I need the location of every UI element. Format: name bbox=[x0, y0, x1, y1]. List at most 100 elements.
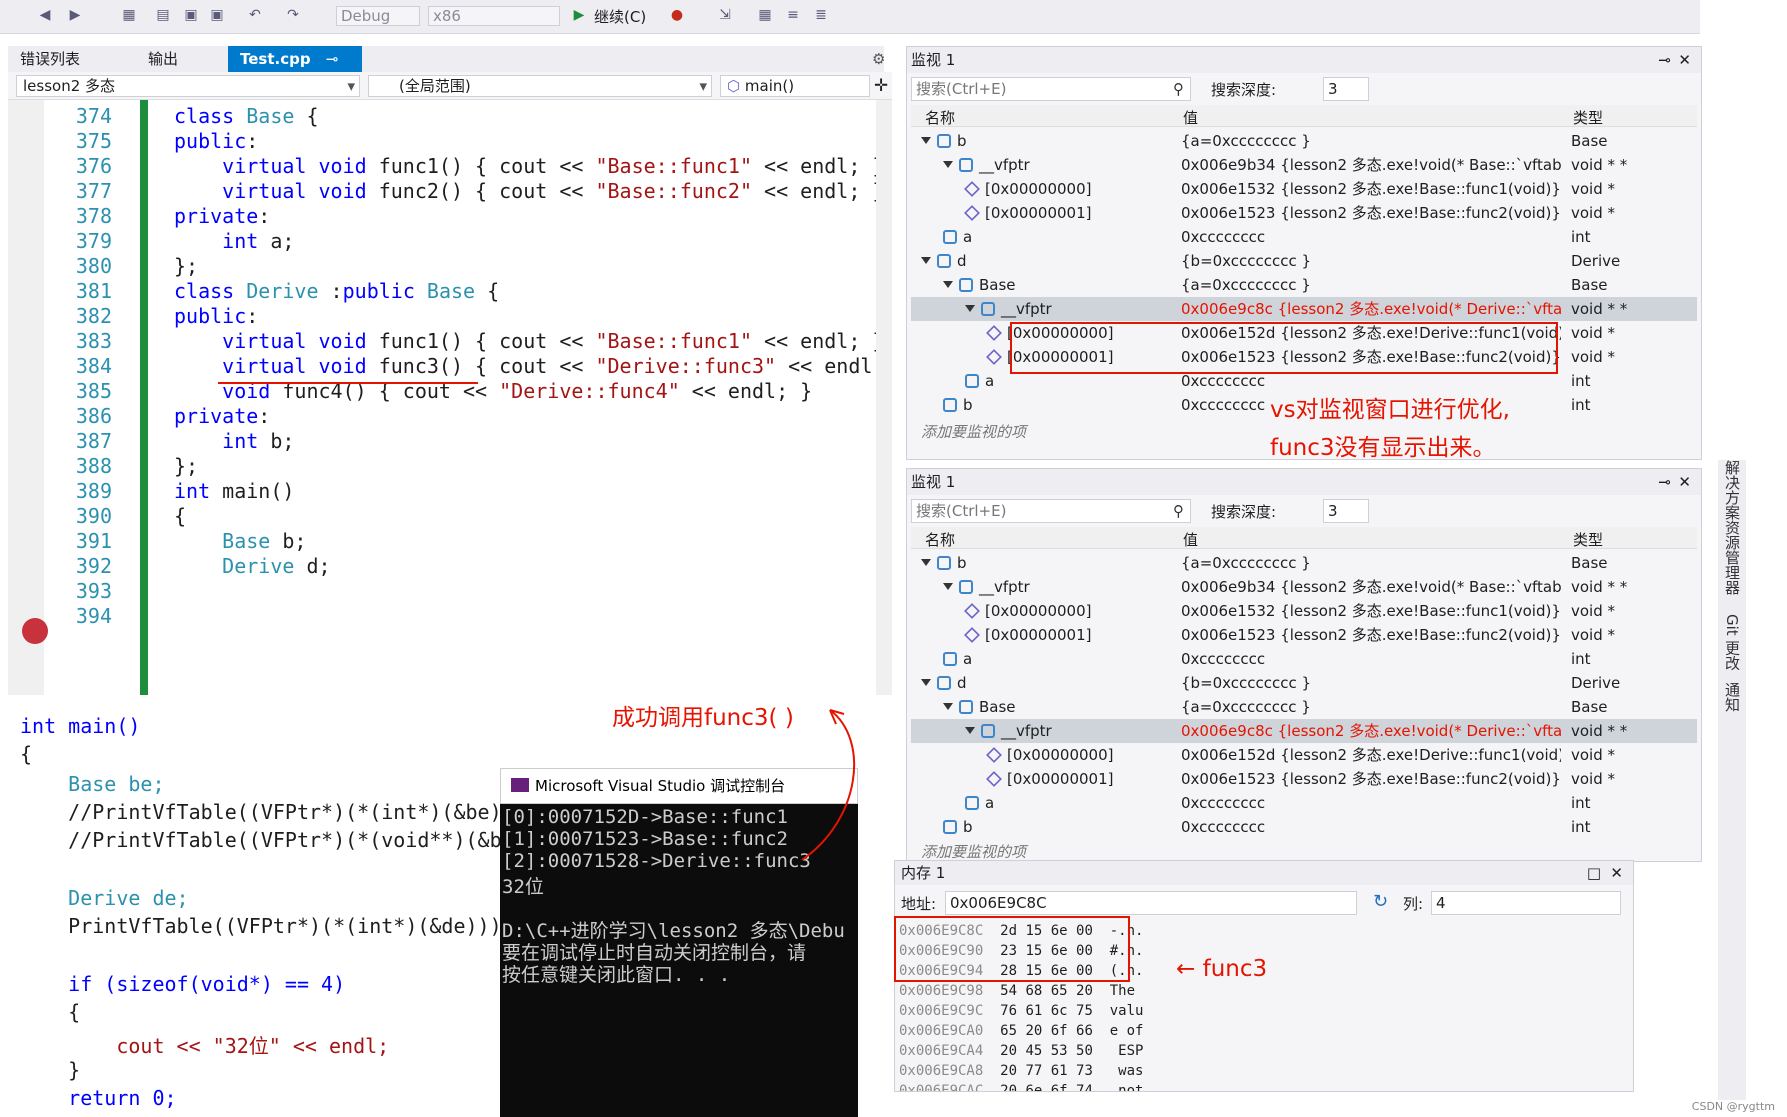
pin-icon[interactable]: ⊸ bbox=[1658, 469, 1671, 495]
member-combo[interactable]: ⬡ main() bbox=[720, 75, 870, 97]
add-watch-hint[interactable]: 添加要监视的项 bbox=[921, 841, 1026, 861]
continue-label[interactable]: 继续(C) bbox=[594, 6, 646, 27]
watch-row-value: {b=0xcccccccc } bbox=[1181, 252, 1312, 270]
watch-row-name: [0x00000000] bbox=[986, 743, 1113, 767]
stop-icon[interactable]: ● bbox=[668, 6, 686, 24]
list-icon[interactable]: ≣ bbox=[812, 6, 830, 24]
code-line: }; bbox=[174, 254, 199, 278]
watch-row-type: void * bbox=[1571, 324, 1616, 342]
watch-panel-2[interactable]: 监视 1 ⊸ ✕ 搜索(Ctrl+E) ⚲ 搜索深度: 3 名称 值 类型 b {… bbox=[906, 468, 1702, 862]
maximize-icon[interactable]: □ bbox=[1587, 861, 1601, 885]
code-editor[interactable]: 374 375 376 377 378 379 380 381 382 383 384 385 386 3… bbox=[8, 100, 884, 695]
change-indicator bbox=[140, 100, 148, 695]
back-icon[interactable]: ◀ bbox=[36, 6, 54, 24]
expand-arrow-icon[interactable] bbox=[965, 305, 975, 312]
open-folder-icon[interactable]: ▤ bbox=[154, 6, 172, 24]
save-all-icon[interactable]: ▣ bbox=[208, 6, 226, 24]
watch-row[interactable]: Base {a=0xcccccccc } Base bbox=[911, 695, 1697, 719]
watch-row[interactable]: d {b=0xcccccccc } Derive bbox=[911, 249, 1697, 273]
refresh-icon[interactable]: ↻ bbox=[1373, 891, 1388, 912]
address-input[interactable]: 0x006E9C8C bbox=[945, 891, 1357, 915]
add-watch-hint[interactable]: 添加要监视的项 bbox=[921, 421, 1026, 442]
split-icon[interactable]: ✛ bbox=[874, 76, 888, 96]
step-icon[interactable]: ⇲ bbox=[716, 6, 734, 24]
watch-row[interactable]: b {a=0xcccccccc } Base bbox=[911, 551, 1697, 575]
forward-icon[interactable]: ▶ bbox=[66, 6, 84, 24]
watch-row[interactable]: __vfptr 0x006e9b34 {lesson2 多态.exe!void(*… bbox=[911, 575, 1697, 599]
redo-icon[interactable]: ↷ bbox=[284, 6, 302, 24]
line-number: 375 bbox=[75, 129, 112, 153]
expand-arrow-icon[interactable] bbox=[921, 137, 931, 144]
pin-icon[interactable]: ⊸ bbox=[326, 50, 339, 68]
code-line: virtual void func3() { cout << "Derive::… bbox=[222, 354, 884, 378]
watch-row[interactable]: Base {a=0xcccccccc } Base bbox=[911, 273, 1697, 297]
indent-icon[interactable]: ≡ bbox=[784, 6, 802, 24]
watch-row[interactable]: [0x00000001] 0x006e1523 {lesson2 多态.exe!B… bbox=[911, 201, 1697, 225]
code-line: int b; bbox=[222, 429, 295, 453]
watch-row[interactable]: d {b=0xcccccccc } Derive bbox=[911, 671, 1697, 695]
depth-label: 搜索深度: bbox=[1211, 503, 1277, 521]
watch-row[interactable]: a 0xcccccccc int bbox=[911, 647, 1697, 671]
close-icon[interactable]: ✕ bbox=[1610, 861, 1623, 885]
watch-row[interactable]: __vfptr 0x006e9c8c {lesson2 多态.exe!void(*… bbox=[911, 719, 1697, 743]
rail-solution-explorer[interactable]: 解决方案资源管理器 bbox=[1722, 460, 1743, 595]
save-icon[interactable]: ▣ bbox=[182, 6, 200, 24]
config-combo[interactable]: Debug bbox=[336, 6, 420, 26]
code-line: Base be; bbox=[20, 772, 165, 796]
continue-icon[interactable]: ▶ bbox=[570, 6, 588, 24]
expand-arrow-icon[interactable] bbox=[943, 583, 953, 590]
watch-row[interactable]: b 0xcccccccc int bbox=[911, 815, 1697, 839]
expand-arrow-icon[interactable] bbox=[921, 679, 931, 686]
watch-search-input[interactable]: 搜索(Ctrl+E) ⚲ bbox=[911, 77, 1191, 101]
project-combo[interactable]: lesson2 多态 ▾ bbox=[16, 75, 360, 97]
code-editor-bottom[interactable]: int main() { Base be; //PrintVfTable((VF… bbox=[0, 700, 500, 1117]
hex-icon[interactable]: ▦ bbox=[756, 6, 774, 24]
watch-row[interactable]: a 0xcccccccc int bbox=[911, 791, 1697, 815]
expand-arrow-icon[interactable] bbox=[943, 161, 953, 168]
depth-select[interactable]: 3 bbox=[1323, 499, 1369, 523]
columns-select[interactable]: 4 bbox=[1431, 891, 1621, 915]
watch-row[interactable]: [0x00000000] 0x006e1532 {lesson2 多态.exe!B… bbox=[911, 177, 1697, 201]
watch-row[interactable]: __vfptr 0x006e9c8c {lesson2 多态.exe!void(*… bbox=[911, 297, 1697, 321]
expand-arrow-icon[interactable] bbox=[921, 257, 931, 264]
watch-row-value: 0x006e1523 {lesson2 多态.exe!Base::func2(v… bbox=[1181, 770, 1561, 788]
memory-line: 0x006E9CA8 20 77 61 73 was bbox=[899, 1063, 1144, 1079]
undo-icon[interactable]: ↶ bbox=[246, 6, 264, 24]
pin-icon[interactable]: ⊸ bbox=[1658, 47, 1671, 73]
rail-notifications[interactable]: 通知 bbox=[1722, 682, 1743, 712]
watch-search-input[interactable]: 搜索(Ctrl+E) ⚲ bbox=[911, 499, 1191, 523]
watch-row[interactable]: [0x00000001] 0x006e1523 {lesson2 多态.exe!B… bbox=[911, 767, 1697, 791]
gear-icon[interactable]: ⚙ bbox=[872, 50, 885, 68]
rail-git-changes[interactable]: Git 更改 bbox=[1722, 614, 1743, 670]
watch-row[interactable]: [0x00000001] 0x006e1523 {lesson2 多态.exe!B… bbox=[911, 623, 1697, 647]
tab-error-list[interactable]: 错误列表 bbox=[8, 46, 114, 72]
tab-test-cpp[interactable]: Test.cpp ⊸ ✕ bbox=[228, 46, 362, 94]
close-icon[interactable]: ✕ bbox=[1678, 469, 1691, 495]
new-item-icon[interactable]: ▦ bbox=[120, 6, 138, 24]
expand-arrow-icon[interactable] bbox=[943, 703, 953, 710]
watch-row-type: int bbox=[1571, 818, 1591, 836]
watch-row[interactable]: a 0xcccccccc int bbox=[911, 225, 1697, 249]
depth-select[interactable]: 3 bbox=[1323, 77, 1369, 101]
watch-row[interactable]: [0x00000000] 0x006e152d {lesson2 多态.exe!D… bbox=[911, 743, 1697, 767]
watch-row-type: Derive bbox=[1571, 674, 1621, 692]
expand-arrow-icon[interactable] bbox=[943, 281, 953, 288]
expand-arrow-icon[interactable] bbox=[921, 559, 931, 566]
line-number: 394 bbox=[75, 604, 112, 628]
tab-output[interactable]: 输出 bbox=[136, 46, 206, 72]
watch-row[interactable]: __vfptr 0x006e9b34 {lesson2 多态.exe!void(*… bbox=[911, 153, 1697, 177]
editor-scrollbar[interactable] bbox=[876, 100, 892, 695]
watch-title-bar: 监视 1 ⊸ ✕ bbox=[907, 47, 1701, 73]
scope-combo[interactable]: (全局范围) ▾ bbox=[368, 75, 712, 97]
expand-arrow-icon[interactable] bbox=[965, 727, 975, 734]
watch-row-type: int bbox=[1571, 794, 1591, 812]
watch-row[interactable]: [0x00000000] 0x006e1532 {lesson2 多态.exe!B… bbox=[911, 599, 1697, 623]
platform-combo[interactable]: x86 bbox=[428, 6, 560, 26]
watch-row[interactable]: b {a=0xcccccccc } Base bbox=[911, 129, 1697, 153]
variable-icon bbox=[981, 724, 995, 738]
close-icon[interactable]: ✕ bbox=[1678, 47, 1691, 73]
console-title: Microsoft Visual Studio 调试控制台 bbox=[535, 777, 786, 795]
watch-row-type: void * * bbox=[1571, 722, 1628, 740]
line-number: 390 bbox=[75, 504, 112, 528]
line-number: 382 bbox=[75, 304, 112, 328]
